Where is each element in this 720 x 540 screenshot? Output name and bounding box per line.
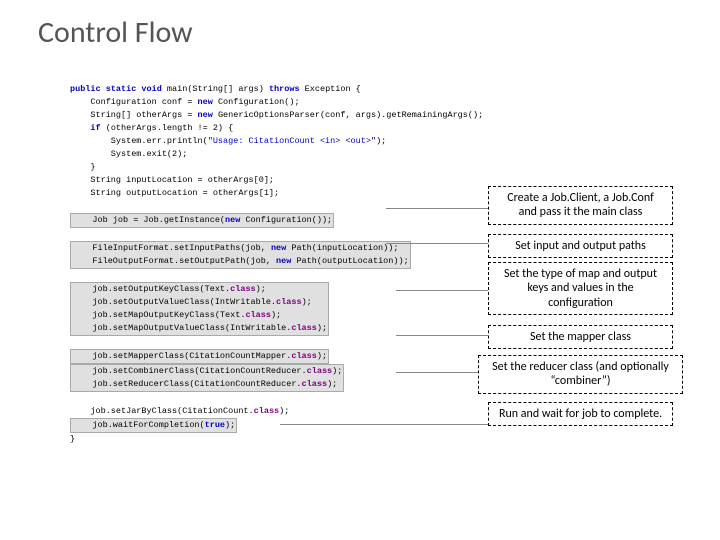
code-text: job.waitForCompletion(: [72, 420, 205, 430]
connector-line: [386, 243, 488, 244]
code-text: job.setOutputValueClass(IntWritable.: [72, 297, 276, 307]
annotation-jobclient: Create a Job.Client, a Job.Conf and pass…: [488, 186, 673, 225]
code-text: String[] otherArgs =: [70, 110, 198, 120]
code-token: throws: [269, 84, 305, 94]
code-text: );: [317, 351, 327, 361]
code-text: job.setMapOutputValueClass(IntWritable.: [72, 323, 291, 333]
annotation-run: Run and wait for job to complete.: [488, 402, 673, 426]
code-string: "Usage: CitationCount <in> <out>": [208, 136, 376, 146]
code-token: new: [271, 243, 291, 253]
connector-line: [396, 372, 478, 373]
code-text: job.setOutputKeyClass(Text.: [72, 284, 230, 294]
code-text: job.setCombinerClass(CitationCountReduce…: [72, 366, 307, 376]
code-block: public static void main(String[] args) t…: [70, 70, 430, 446]
code-text: Path(inputLocation));: [291, 243, 398, 253]
code-text: );: [256, 284, 266, 294]
code-text: }: [70, 434, 75, 444]
code-text: );: [376, 136, 386, 146]
code-text: );: [327, 379, 337, 389]
code-text: job.setMapperClass(CitationCountMapper.: [72, 351, 291, 361]
code-token: public static void: [70, 84, 167, 94]
annotation-outputclasses: Set the type of map and output keys and …: [488, 262, 673, 315]
code-text: Job job = Job.getInstance(: [72, 215, 225, 225]
code-text: FileInputFormat.setInputPaths(job,: [72, 243, 271, 253]
code-text: String outputLocation = otherArgs[1];: [70, 188, 279, 198]
annotation-reducer: Set the reducer class (and optionally “c…: [478, 355, 683, 394]
connector-line: [396, 290, 488, 291]
highlight-mapper: job.setMapperClass(CitationCountMapper.c…: [70, 349, 329, 364]
code-text: FileOutputFormat.setOutputPath(job,: [72, 256, 276, 266]
annotation-paths: Set input and output paths: [488, 234, 673, 258]
code-token: class: [291, 351, 317, 361]
code-text: job.setReducerClass(CitationCountReducer…: [72, 379, 302, 389]
code-text: GenericOptionsParser(conf, args).getRema…: [218, 110, 483, 120]
code-text: Exception {: [305, 84, 361, 94]
code-token: class: [245, 310, 271, 320]
highlight-run: job.waitForCompletion(true);: [70, 418, 237, 433]
code-token: class: [230, 284, 256, 294]
code-text: );: [332, 366, 342, 376]
code-token: new: [225, 215, 245, 225]
highlight-jobclient: Job job = Job.getInstance(new Configurat…: [70, 213, 334, 228]
code-text: main(String[] args): [167, 84, 269, 94]
annotation-mapper: Set the mapper class: [488, 325, 673, 349]
code-text: (otherArgs.length != 2) {: [106, 123, 234, 133]
highlight-reducer: job.setCombinerClass(CitationCountReduce…: [70, 364, 344, 392]
code-text: );: [317, 323, 327, 333]
connector-line: [280, 424, 488, 425]
code-token: class: [302, 379, 328, 389]
connector-line: [386, 208, 488, 209]
code-token: true: [205, 420, 225, 430]
code-token: class: [276, 297, 302, 307]
code-token: class: [254, 406, 280, 416]
code-text: Configuration());: [245, 215, 332, 225]
code-text: String inputLocation = otherArgs[0];: [70, 175, 274, 185]
code-token: new: [276, 256, 296, 266]
code-text: );: [302, 297, 312, 307]
code-token: if: [70, 123, 106, 133]
code-text: );: [225, 420, 235, 430]
highlight-outputclasses: job.setOutputKeyClass(Text.class); job.s…: [70, 282, 329, 336]
code-text: Path(outputLocation));: [296, 256, 408, 266]
code-text: job.setMapOutputKeyClass(Text.: [72, 310, 245, 320]
code-token: new: [198, 110, 218, 120]
code-token: class: [307, 366, 333, 376]
code-text: Configuration conf =: [70, 97, 198, 107]
code-text: System.exit(2);: [70, 149, 187, 159]
code-text: Configuration();: [218, 97, 300, 107]
code-token: new: [198, 97, 218, 107]
code-text: System.err.println(: [70, 136, 208, 146]
code-token: class: [291, 323, 317, 333]
code-text: );: [279, 406, 289, 416]
code-text: );: [271, 310, 281, 320]
code-text: job.setJarByClass(CitationCount.: [70, 406, 254, 416]
code-text: }: [70, 162, 96, 172]
connector-line: [396, 335, 488, 336]
page-title: Control Flow: [38, 14, 193, 51]
highlight-paths: FileInputFormat.setInputPaths(job, new P…: [70, 241, 411, 269]
